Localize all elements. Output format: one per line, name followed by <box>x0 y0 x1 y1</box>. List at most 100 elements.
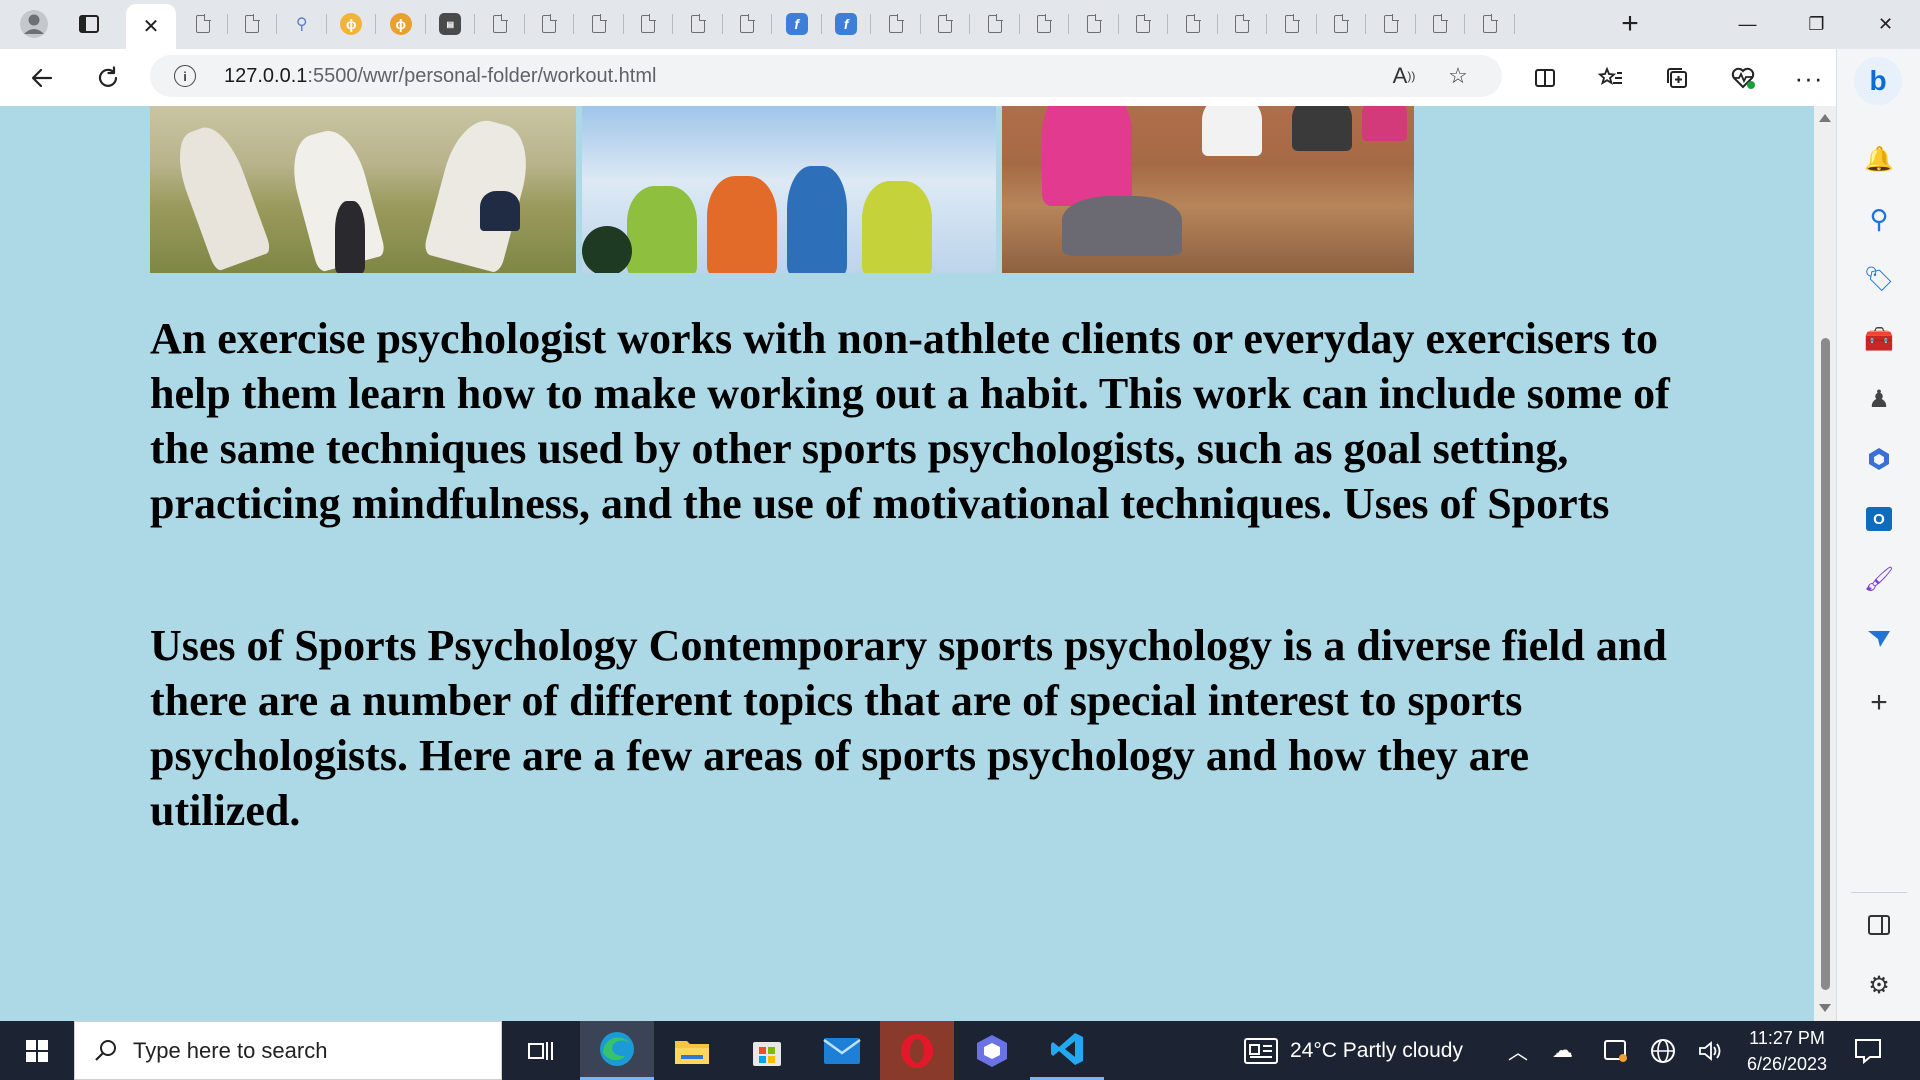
scroll-down-arrow-icon[interactable] <box>1819 1004 1831 1012</box>
notifications-icon[interactable]: 🔔 <box>1857 137 1901 181</box>
tab[interactable] <box>871 6 921 42</box>
close-window-button[interactable]: ✕ <box>1851 0 1920 49</box>
tab[interactable] <box>1465 6 1515 42</box>
split-screen-button[interactable] <box>1525 59 1565 97</box>
vscode-button[interactable] <box>1030 1021 1104 1080</box>
tab[interactable] <box>1267 6 1317 42</box>
more-menu-button[interactable]: ··· <box>1789 59 1829 97</box>
tab[interactable] <box>1020 6 1070 42</box>
tab-actions-button[interactable] <box>66 6 112 42</box>
bing-chat-icon[interactable]: b <box>1854 57 1902 105</box>
orange-favicon-icon: ϕ <box>340 13 363 35</box>
tab[interactable] <box>970 6 1020 42</box>
shopping-tag-icon[interactable]: 🏷 <box>1857 257 1901 301</box>
formula-favicon-icon: f <box>785 13 808 35</box>
edge-browser-icon <box>600 1032 634 1066</box>
tab[interactable] <box>525 6 575 42</box>
refresh-button[interactable] <box>88 59 128 97</box>
browser-essentials-button[interactable] <box>1723 59 1763 97</box>
volume-speaker-icon[interactable] <box>1697 1021 1723 1080</box>
tab[interactable] <box>1366 6 1416 42</box>
tools-icon[interactable]: 🧰 <box>1857 317 1901 361</box>
edge-sidebar: b 🔔 ⚲ 🏷 🧰 ♟ O 🖌 + ⚙ <box>1836 49 1920 1021</box>
file-explorer-button[interactable] <box>655 1021 729 1080</box>
add-sidebar-app-icon[interactable]: + <box>1857 681 1901 725</box>
windows-logo-icon <box>26 1039 48 1062</box>
tab[interactable] <box>178 6 228 42</box>
games-icon[interactable]: ♟ <box>1857 377 1901 421</box>
drop-send-icon[interactable] <box>1857 617 1901 661</box>
tab[interactable] <box>1069 6 1119 42</box>
favorite-star-icon[interactable]: ☆ <box>1442 61 1474 91</box>
tab[interactable] <box>1416 6 1466 42</box>
news-weather-icon <box>1244 1037 1278 1064</box>
url-text[interactable]: 127.0.0.1:5500/wwr/personal-folder/worko… <box>224 65 656 88</box>
tab[interactable] <box>624 6 674 42</box>
start-button[interactable] <box>0 1021 74 1080</box>
designer-icon[interactable]: 🖌 <box>1857 557 1901 601</box>
browser-toolbar: i 127.0.0.1:5500/wwr/personal-folder/wor… <box>0 49 1920 107</box>
page-icon <box>1037 14 1053 33</box>
security-icon[interactable] <box>1603 1021 1629 1080</box>
favorites-button[interactable] <box>1591 59 1631 97</box>
sidebar-settings-gear-icon[interactable]: ⚙ <box>1857 963 1901 1007</box>
close-tab-icon[interactable]: ✕ <box>143 14 160 39</box>
page-icon <box>1185 14 1201 33</box>
address-bar[interactable]: i 127.0.0.1:5500/wwr/personal-folder/wor… <box>150 55 1502 97</box>
active-tab[interactable]: ✕ <box>126 4 176 49</box>
vertical-scrollbar[interactable] <box>1814 106 1836 1021</box>
tab[interactable] <box>1317 6 1367 42</box>
read-aloud-icon[interactable]: A)) <box>1388 61 1420 91</box>
mail-button[interactable] <box>805 1021 879 1080</box>
page-icon <box>1284 14 1300 33</box>
back-button[interactable] <box>22 59 62 97</box>
tab[interactable] <box>673 6 723 42</box>
tab[interactable] <box>1119 6 1169 42</box>
tab[interactable]: ϕ <box>327 6 377 42</box>
back-arrow-icon <box>31 68 53 88</box>
hide-sidebar-icon[interactable] <box>1857 903 1901 947</box>
tab[interactable] <box>1168 6 1218 42</box>
outlook-icon[interactable]: O <box>1857 497 1901 541</box>
language-globe-icon[interactable] <box>1650 1021 1676 1080</box>
tab[interactable] <box>1218 6 1268 42</box>
scroll-up-arrow-icon[interactable] <box>1819 114 1831 122</box>
collections-button[interactable] <box>1657 59 1697 97</box>
tab[interactable]: ▤ <box>426 6 476 42</box>
page-icon <box>740 14 756 33</box>
show-hidden-icons-chevron-icon[interactable]: ︿ <box>1508 1021 1528 1080</box>
tab[interactable]: ϕ <box>376 6 426 42</box>
opera-button[interactable] <box>880 1021 954 1080</box>
notification-center-icon[interactable] <box>1854 1021 1882 1080</box>
tab[interactable] <box>723 6 773 42</box>
new-tab-button[interactable]: + <box>1612 6 1648 42</box>
page-icon <box>1086 14 1102 33</box>
restore-button[interactable]: ❐ <box>1782 0 1851 49</box>
microsoft-365-icon[interactable] <box>1857 437 1901 481</box>
tab[interactable] <box>475 6 525 42</box>
edge-taskbar-button[interactable] <box>580 1021 654 1080</box>
page-icon <box>1482 14 1498 33</box>
onedrive-cloud-icon[interactable]: ☁ <box>1552 1021 1573 1080</box>
site-info-icon[interactable]: i <box>174 65 196 87</box>
microsoft-store-button[interactable] <box>730 1021 804 1080</box>
tab[interactable]: f <box>772 6 822 42</box>
more-dots-icon: ··· <box>1794 62 1824 93</box>
image-gallery <box>150 106 1414 273</box>
profile-button[interactable] <box>12 6 56 42</box>
tab[interactable] <box>574 6 624 42</box>
taskbar-search-box[interactable]: Type here to search <box>74 1021 502 1080</box>
weather-widget[interactable]: 24°C Partly cloudy <box>1244 1021 1463 1080</box>
task-view-button[interactable] <box>504 1021 578 1080</box>
tab[interactable]: f <box>822 6 872 42</box>
scrollbar-thumb[interactable] <box>1821 338 1830 990</box>
tab[interactable] <box>921 6 971 42</box>
power-automate-button[interactable] <box>955 1021 1029 1080</box>
search-icon[interactable]: ⚲ <box>1857 197 1901 241</box>
tab[interactable] <box>228 6 278 42</box>
minimize-button[interactable]: — <box>1713 0 1782 49</box>
clock[interactable]: 11:27 PM 6/26/2023 <box>1738 1021 1836 1080</box>
refresh-icon <box>98 66 118 87</box>
tab[interactable]: ⚲ <box>277 6 327 42</box>
page-icon <box>641 14 657 33</box>
